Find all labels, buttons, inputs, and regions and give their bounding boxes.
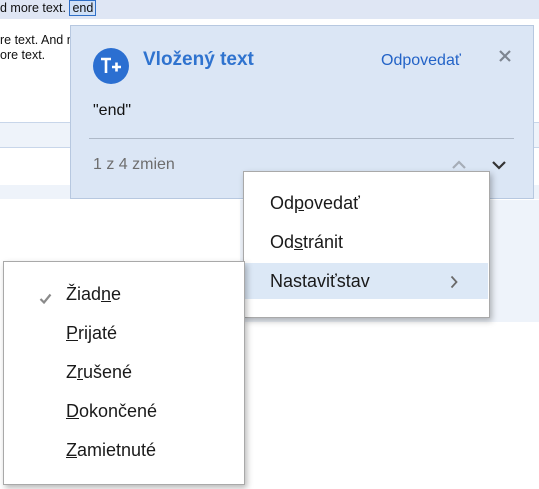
menu-item-set-status[interactable]: Nastavi ť stav (245, 263, 488, 299)
menu-item-delete[interactable]: Od s tránit (245, 224, 488, 260)
status-item-accepted[interactable]: Prijaté (4, 315, 244, 351)
document-line-2: re text. And m (0, 33, 78, 47)
change-title: Vložený text (143, 49, 254, 70)
menu-item-reply[interactable]: Od p ovedať (245, 185, 488, 221)
text-plus-glyph (101, 57, 121, 73)
insert-text-icon (93, 48, 129, 84)
change-counter: 1 z 4 zmien (93, 156, 175, 173)
highlighted-inserted-text[interactable]: end (69, 0, 97, 16)
changed-text-quote: "end" (93, 102, 132, 119)
status-submenu: Žiad n e Prijaté Zr ušené Dokončené Zamietn… (3, 261, 245, 485)
status-item-cancelled[interactable]: Zr ušené (4, 354, 244, 390)
document-line-3: ore text. (0, 48, 46, 62)
status-item-rejected[interactable]: Zamietnuté (4, 432, 244, 468)
status-item-completed[interactable]: Dokončené (4, 393, 244, 429)
document-line-1[interactable]: d more text. end (0, 0, 97, 16)
change-context-menu: Od p ovedať Od s tránit Nastavi ť stav (243, 171, 490, 318)
next-change-icon[interactable] (492, 157, 506, 175)
close-icon[interactable] (497, 48, 513, 64)
check-icon (39, 288, 52, 309)
submenu-arrow-icon (450, 273, 458, 294)
reply-link[interactable]: Odpovedať (381, 52, 461, 70)
card-divider (89, 138, 514, 139)
status-item-none[interactable]: Žiad n e (4, 276, 244, 312)
